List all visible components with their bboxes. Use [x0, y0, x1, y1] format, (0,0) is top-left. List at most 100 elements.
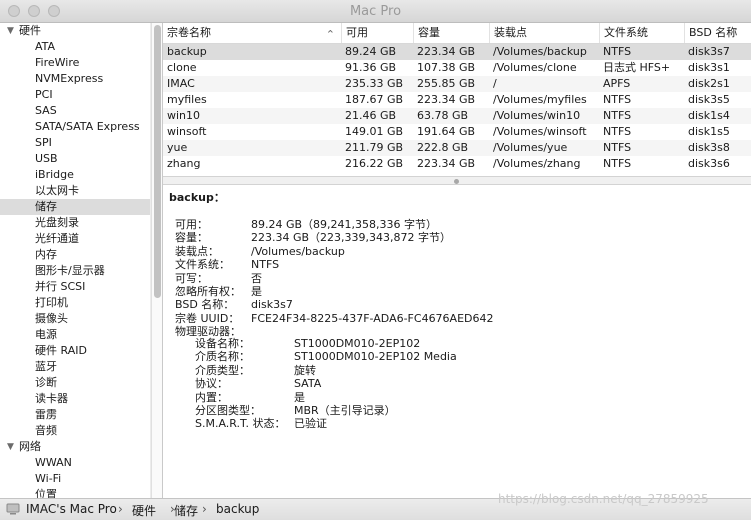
table-row[interactable]: clone 91.36 GB 107.38 GB/Volumes/clone 日志式 …	[163, 60, 751, 76]
path-separator-icon: ›	[202, 502, 207, 516]
sidebar-item[interactable]: WWAN	[0, 455, 150, 471]
detail-title: backup：	[169, 191, 225, 204]
detail-field-label: 宗卷 UUID：	[175, 311, 240, 325]
table-cell: NTFS	[603, 125, 632, 138]
table-cell: backup	[167, 45, 207, 58]
table-row[interactable]: myfiles 187.67 GB 223.34 GB/Volumes/myfile…	[163, 92, 751, 108]
sidebar-item[interactable]: SATA/SATA Express	[0, 119, 150, 135]
table-cell: /Volumes/backup	[493, 45, 587, 58]
column-header[interactable]: 宗卷名称 ⌃	[163, 23, 341, 43]
table-cell: /Volumes/zhang	[493, 157, 581, 170]
detail-field-label: 可用：	[175, 218, 208, 231]
sidebar-item[interactable]: 位置	[0, 487, 150, 498]
sidebar-item[interactable]: PCI	[0, 87, 150, 103]
column-header[interactable]: 可用	[341, 23, 413, 43]
table-cell: disk3s1	[688, 61, 730, 74]
table-cell: 149.01 GB	[345, 125, 404, 138]
table-row[interactable]: yue 211.79 GB 222.8 GB/Volumes/yue NTFS disk…	[163, 140, 751, 156]
sidebar-group-1[interactable]: ▼ 网络	[0, 439, 150, 455]
table-cell: disk3s6	[688, 157, 730, 170]
sidebar-item[interactable]: 蓝牙	[0, 359, 150, 375]
detail-field-value: disk3s7	[251, 298, 293, 312]
table-cell: disk3s5	[688, 93, 730, 106]
window-title: Mac Pro	[349, 4, 402, 19]
sidebar-item[interactable]: 雷雳	[0, 407, 150, 423]
sidebar-item[interactable]: NVMExpress	[0, 71, 150, 87]
table-cell: NTFS	[603, 109, 632, 122]
table-row[interactable]: IMAC 235.33 GB 255.85 GB / APFS disk2s1	[163, 76, 751, 92]
detail-splitter[interactable]	[163, 176, 751, 185]
column-header-label: 宗卷名称	[167, 26, 211, 39]
sidebar-item[interactable]: 读卡器	[0, 391, 150, 407]
table-header: 宗卷名称 ⌃ 可用 容量 装载点 文件系统 BSD 名称	[163, 23, 751, 44]
column-header[interactable]: BSD 名称	[684, 23, 751, 43]
sidebar-item[interactable]: 光盘刻录	[0, 215, 150, 231]
table-row[interactable]: winsoft 149.01 GB 191.64 GB/Volumes/winsof…	[163, 124, 751, 140]
sidebar-item[interactable]: 硬件 RAID	[0, 343, 150, 359]
watermark: https://blog.csdn.net/qq_27859925	[498, 492, 709, 506]
disclosure-triangle-icon[interactable]: ▼	[7, 439, 14, 455]
table-row[interactable]: win10 21.46 GB 63.78 GB/Volumes/win10 NTFS d…	[163, 108, 751, 124]
computer-icon	[6, 503, 20, 515]
table-cell: /Volumes/myfiles	[493, 93, 587, 106]
sidebar-item[interactable]: iBridge	[0, 167, 150, 183]
detail-field-label: 文件系统：	[175, 258, 230, 272]
sidebar-item[interactable]: 电源	[0, 327, 150, 343]
path-computer[interactable]: IMAC's Mac Pro	[26, 502, 117, 516]
column-header-label: 可用	[346, 26, 368, 39]
detail-field-value: 是	[251, 285, 262, 298]
table-cell: clone	[167, 61, 197, 74]
sidebar-item[interactable]: 并行 SCSI	[0, 279, 150, 295]
column-header[interactable]: 文件系统	[599, 23, 684, 43]
sidebar: ▼ 硬件 ATA FireWire NVMExpress PCI SAS SATA/SATA …	[0, 23, 150, 498]
drive-field-label: 介质类型：	[195, 363, 250, 377]
drive-field-value: SATA	[294, 377, 322, 391]
sidebar-item[interactable]: 摄像头	[0, 311, 150, 327]
table-cell: 223.34 GB	[417, 157, 476, 170]
disclosure-triangle-icon[interactable]: ▼	[7, 23, 14, 39]
sidebar-item[interactable]: 光纤通道	[0, 231, 150, 247]
table-cell: APFS	[603, 77, 631, 90]
sidebar-group-0[interactable]: ▼ 硬件	[0, 23, 150, 39]
sidebar-item[interactable]: 内存	[0, 247, 150, 263]
sidebar-item[interactable]: FireWire	[0, 55, 150, 71]
volumes-table: 宗卷名称 ⌃ 可用 容量 装载点 文件系统 BSD 名称 backup 89.24 GB 223…	[163, 23, 751, 176]
table-row[interactable]: zhang 216.22 GB 223.34 GB/Volumes/zhang NTF…	[163, 156, 751, 172]
table-cell: myfiles	[167, 93, 207, 106]
sidebar-item[interactable]: 储存	[0, 199, 150, 215]
column-header[interactable]: 装载点	[489, 23, 599, 43]
sidebar-item[interactable]: SAS	[0, 103, 150, 119]
path-separator-icon: ›	[118, 502, 123, 516]
table-cell: disk1s5	[688, 125, 730, 138]
sidebar-item[interactable]: 图形卡/显示器	[0, 263, 150, 279]
sidebar-item[interactable]: ATA	[0, 39, 150, 55]
sidebar-item[interactable]: 打印机	[0, 295, 150, 311]
path-crumb[interactable]: 硬件	[132, 502, 156, 519]
column-header[interactable]: 容量	[413, 23, 489, 43]
table-cell: disk1s4	[688, 109, 730, 122]
detail-field-label: 可写：	[175, 271, 208, 285]
sidebar-item[interactable]: 以太网卡	[0, 183, 150, 199]
splitter-handle[interactable]	[454, 179, 459, 184]
path-crumb[interactable]: backup	[216, 502, 259, 516]
table-cell: 89.24 GB	[345, 45, 397, 58]
sidebar-item[interactable]: 音频	[0, 423, 150, 439]
drive-field-label: 设备名称：	[195, 337, 250, 350]
table-cell: 191.64 GB	[417, 125, 476, 138]
table-cell: 222.8 GB	[417, 141, 469, 154]
sidebar-item[interactable]: 诊断	[0, 375, 150, 391]
table-cell: yue	[167, 141, 188, 154]
sort-ascending-icon[interactable]: ⌃	[326, 25, 335, 45]
table-cell: disk3s8	[688, 141, 730, 154]
drive-field-value: ST1000DM010-2EP102 Media	[294, 350, 457, 364]
detail-field-value: FCE24F34-8225-437F-ADA6-FC4676AED642	[251, 311, 494, 325]
table-row[interactable]: backup 89.24 GB 223.34 GB/Volumes/backup NT…	[163, 44, 751, 60]
sidebar-scroll-thumb[interactable]	[154, 25, 161, 298]
detail-field-value: /Volumes/backup	[251, 244, 345, 258]
sidebar-item[interactable]: Wi-Fi	[0, 471, 150, 487]
sidebar-item[interactable]: SPI	[0, 135, 150, 151]
table-cell: zhang	[167, 157, 201, 170]
sidebar-item[interactable]: USB	[0, 151, 150, 167]
path-crumb[interactable]: 储存	[174, 502, 198, 519]
detail-field-label: 忽略所有权：	[175, 285, 241, 298]
